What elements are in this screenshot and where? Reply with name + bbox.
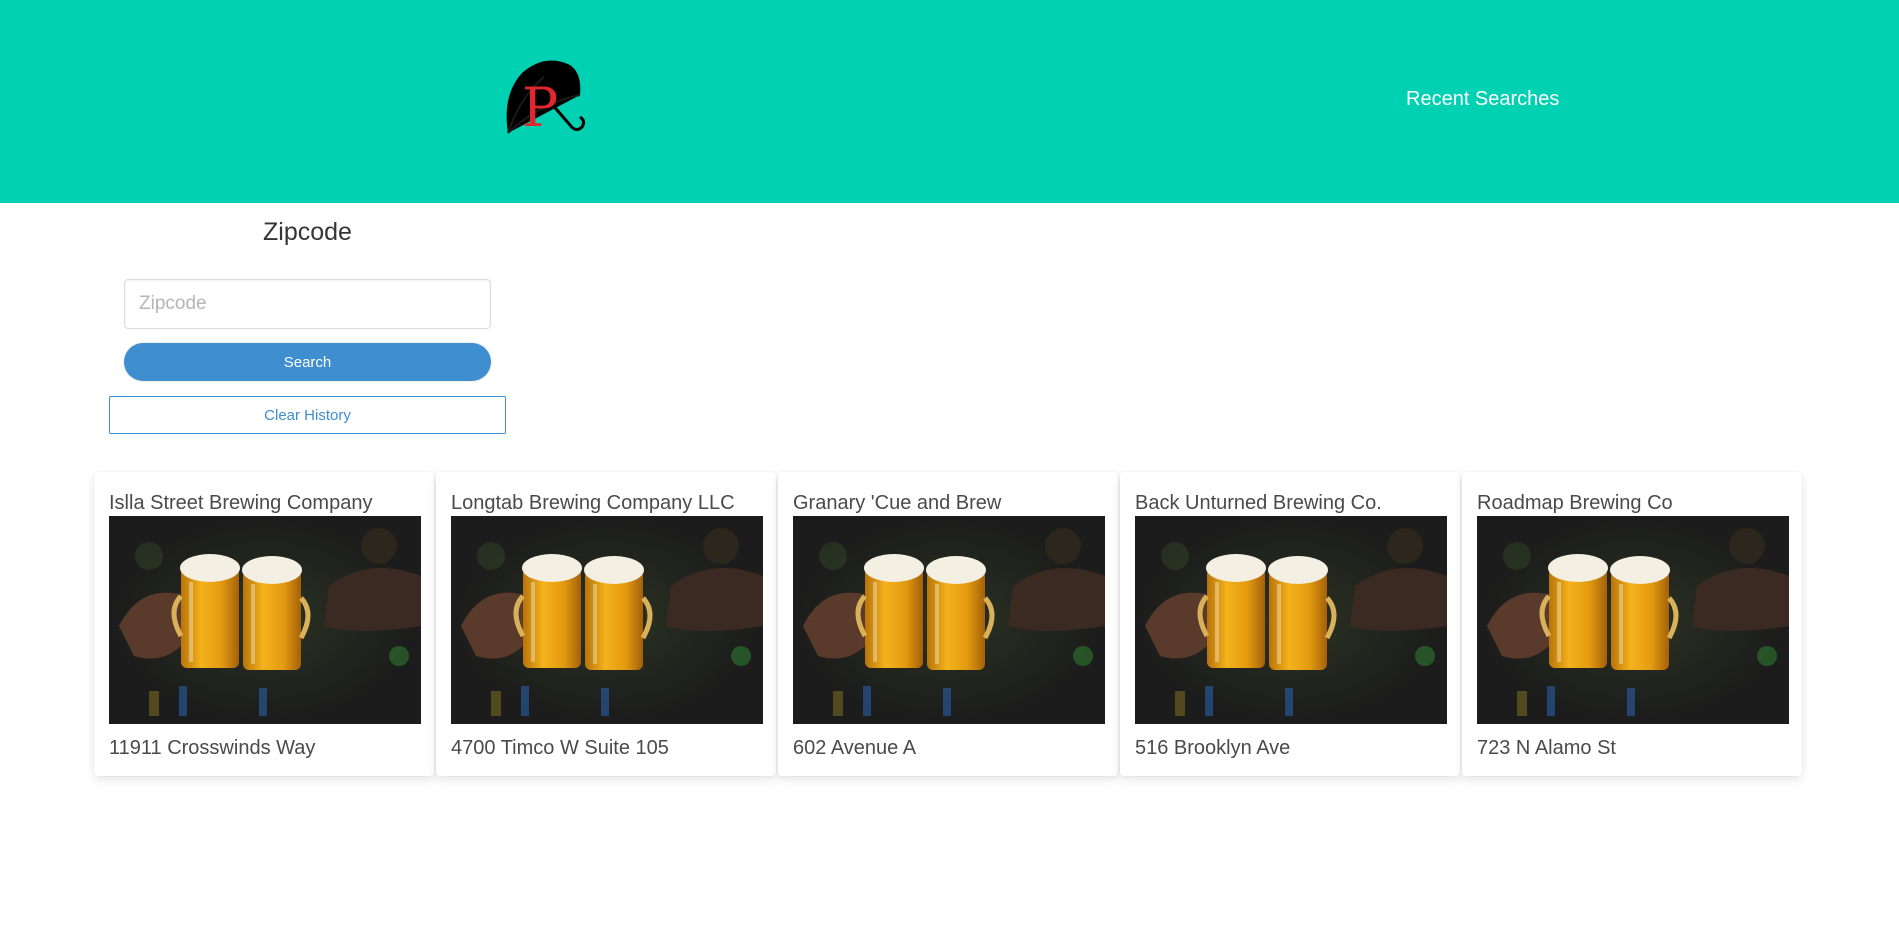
beer-toast-photo [451, 516, 763, 724]
brewery-card[interactable]: Granary 'Cue and Brew 602 Avenue A [778, 472, 1118, 776]
search-title: Zipcode [263, 218, 352, 246]
beer-toast-photo [1477, 516, 1789, 724]
svg-text:P: P [522, 76, 558, 139]
top-header: P Recent Searches [0, 0, 1899, 203]
brewery-name: Back Unturned Brewing Co. [1135, 492, 1382, 514]
recent-searches-link[interactable]: Recent Searches [1406, 88, 1559, 111]
brewery-results: Islla Street Brewing Company 11911 Cross… [94, 472, 1805, 776]
brewery-name: Longtab Brewing Company LLC [451, 492, 735, 514]
beer-toast-photo [109, 516, 421, 724]
brewery-address: 516 Brooklyn Ave [1135, 737, 1291, 759]
umbrella-p-logo-icon[interactable]: P [500, 55, 590, 140]
clear-history-button[interactable]: Clear History [109, 396, 506, 434]
brewery-card[interactable]: Longtab Brewing Company LLC 4700 Timco W… [436, 472, 776, 776]
brewery-address: 4700 Timco W Suite 105 [451, 737, 669, 759]
brewery-address: 723 N Alamo St [1477, 737, 1616, 759]
beer-toast-photo [793, 516, 1105, 724]
brewery-address: 602 Avenue A [793, 737, 917, 759]
search-button[interactable]: Search [124, 343, 491, 381]
brewery-card[interactable]: Back Unturned Brewing Co. 516 Brooklyn A… [1120, 472, 1460, 776]
brewery-name: Roadmap Brewing Co [1477, 492, 1673, 514]
brewery-address: 11911 Crosswinds Way [109, 737, 316, 759]
brewery-name: Granary 'Cue and Brew [793, 492, 1002, 514]
brewery-card[interactable]: Roadmap Brewing Co 723 N Alamo St [1462, 472, 1802, 776]
zipcode-input[interactable] [124, 279, 491, 329]
brewery-name: Islla Street Brewing Company [109, 492, 373, 514]
brewery-card[interactable]: Islla Street Brewing Company 11911 Cross… [94, 472, 434, 776]
beer-toast-photo [1135, 516, 1447, 724]
